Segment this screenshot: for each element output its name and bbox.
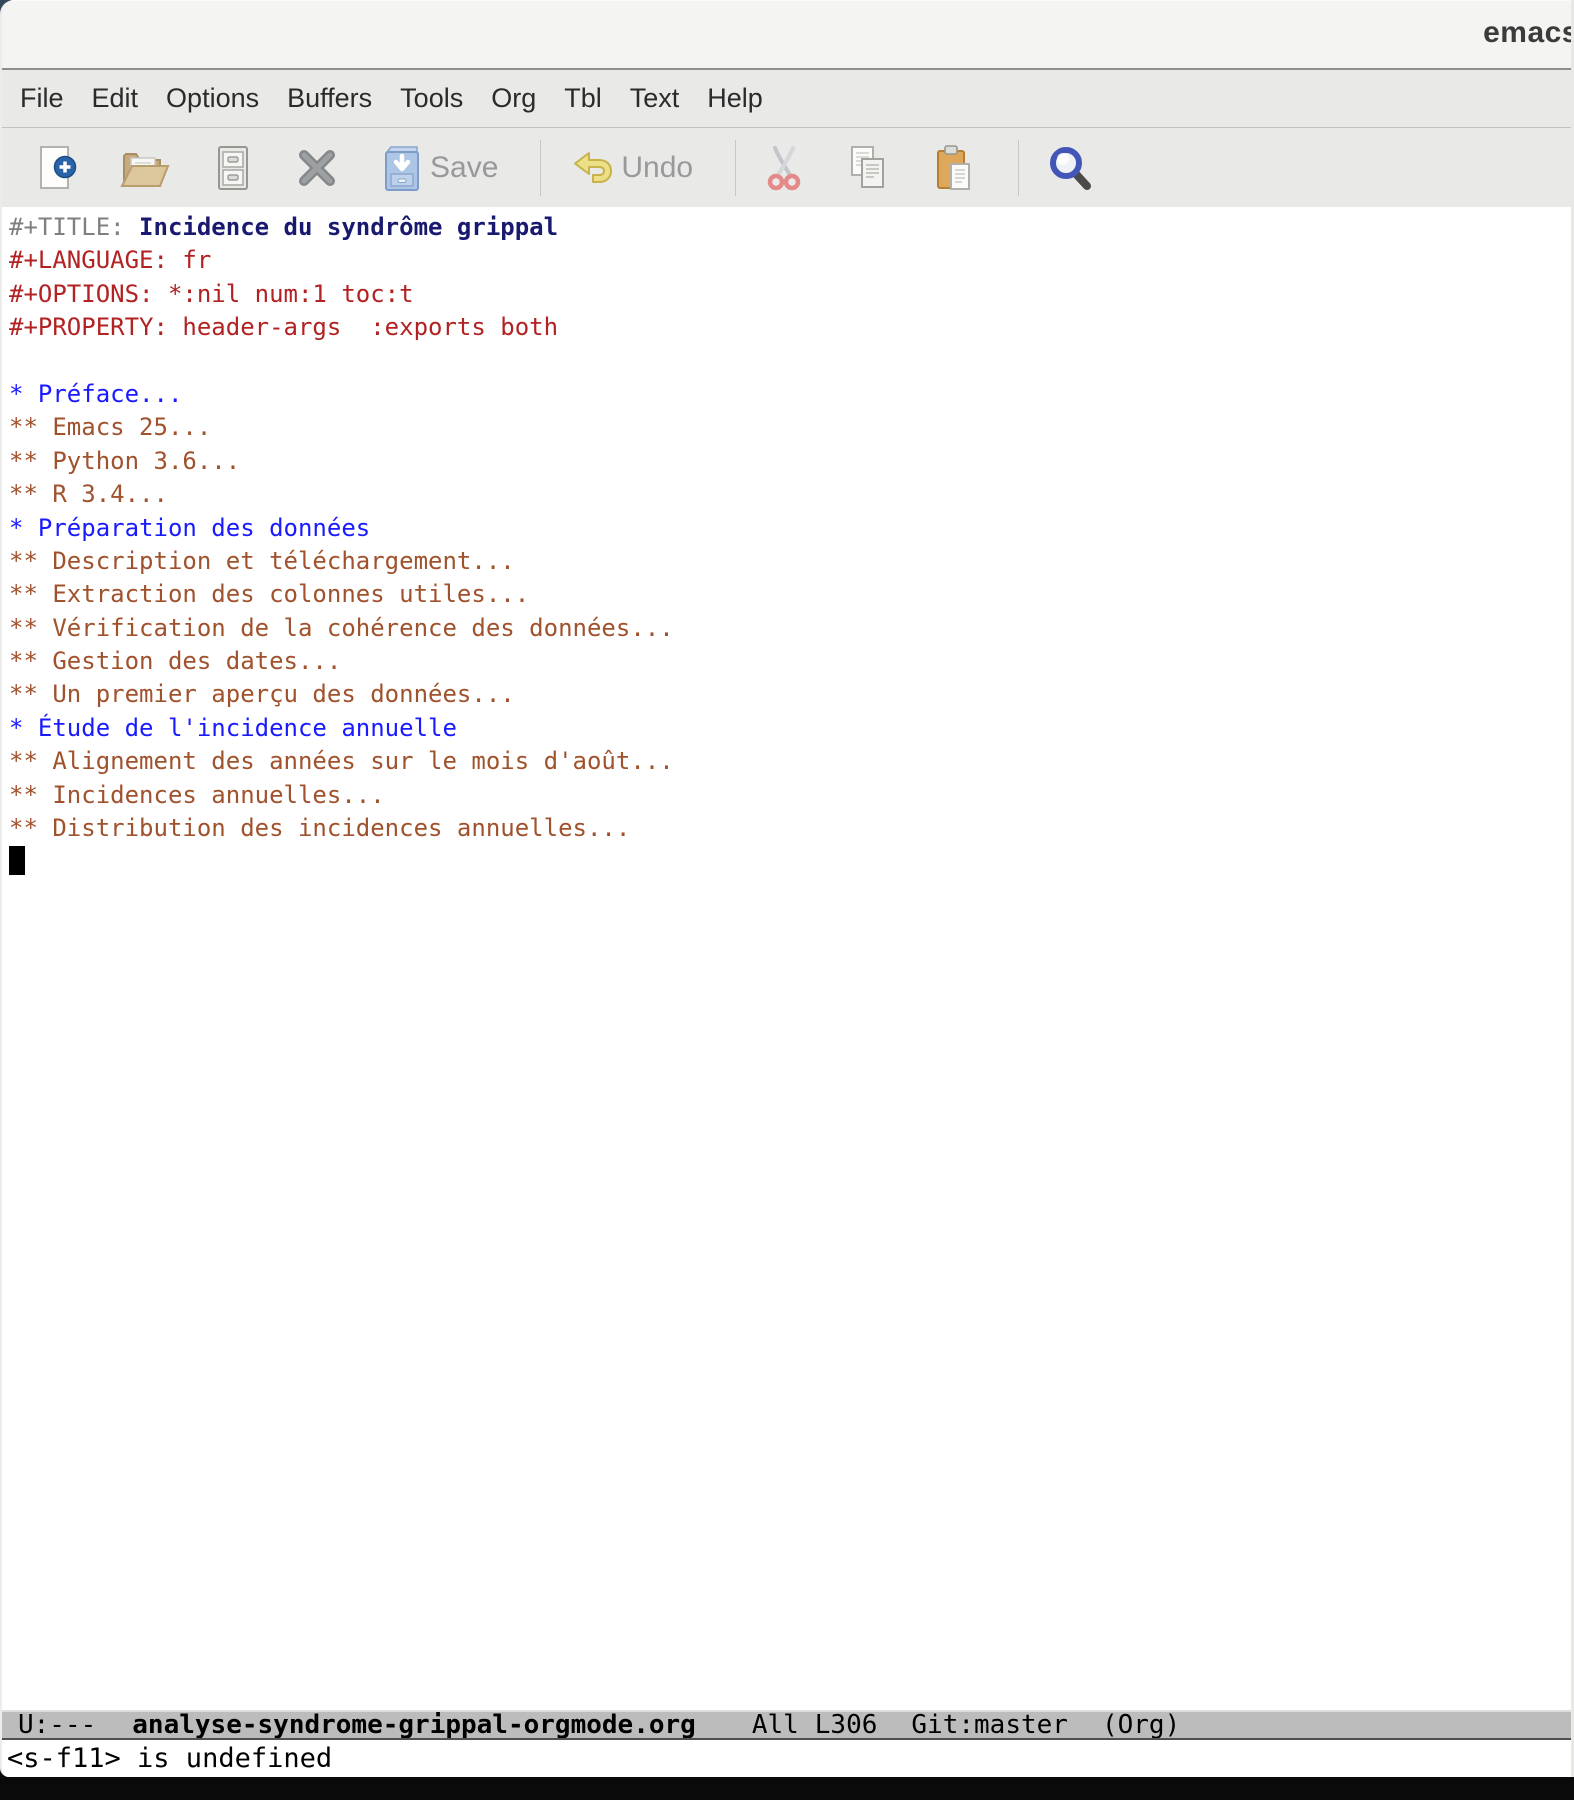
menu-bar: File Edit Options Buffers Tools Org Tbl … (2, 70, 1571, 127)
close-buffer-button[interactable] (296, 146, 338, 190)
buffer-line[interactable] (9, 345, 1571, 378)
modeline-state: U:--- (18, 1713, 96, 1738)
editor-buffer[interactable]: #+TITLE: Incidence du syndrôme grippal#+… (2, 207, 1571, 1710)
buffer-line[interactable]: #+PROPERTY: header-args :exports both (9, 311, 1571, 344)
buffer-line[interactable]: ** Distribution des incidences annuelles… (9, 812, 1571, 845)
buffer-line[interactable]: * Préparation des données (9, 512, 1571, 545)
buffer-line[interactable]: ** R 3.4... (9, 478, 1571, 511)
echo-message: <s-f11> is undefined (7, 1743, 332, 1774)
menu-help[interactable]: Help (693, 77, 777, 120)
copy-icon (846, 144, 890, 192)
save-button[interactable]: Save (380, 144, 498, 192)
buffer-line[interactable]: #+TITLE: Incidence du syndrôme grippal (9, 211, 1571, 244)
emacs-window: emacs File Edit Options Buffers Tools Or… (0, 0, 1574, 1777)
paste-button[interactable] (932, 144, 976, 192)
echo-area[interactable]: <s-f11> is undefined (2, 1740, 1571, 1777)
buffer-line[interactable]: ** Description et téléchargement... (9, 545, 1571, 578)
buffer-line[interactable]: * Étude de l'incidence annuelle (9, 712, 1571, 745)
menu-tbl[interactable]: Tbl (550, 77, 616, 120)
buffer-line[interactable]: #+OPTIONS: *:nil num:1 toc:t (9, 278, 1571, 311)
menu-options[interactable]: Options (152, 77, 273, 120)
modeline-vc-branch: Git:master (911, 1713, 1068, 1738)
buffer-line[interactable]: ** Incidences annuelles... (9, 779, 1571, 812)
save-button-label: Save (430, 151, 498, 185)
buffer-line[interactable]: ** Python 3.6... (9, 445, 1571, 478)
modeline-buffer-name: analyse-syndrome-grippal-orgmode.org (132, 1713, 696, 1738)
buffer-line[interactable]: ** Emacs 25... (9, 411, 1571, 444)
toolbar-separator (735, 140, 736, 196)
close-icon (296, 146, 338, 190)
modeline-major-mode: (Org) (1102, 1713, 1180, 1738)
search-button[interactable] (1047, 144, 1093, 192)
buffer-line[interactable]: #+LANGUAGE: fr (9, 244, 1571, 277)
menu-file[interactable]: File (6, 77, 78, 120)
toolbar-separator (1018, 140, 1019, 196)
buffer-line[interactable] (9, 845, 1571, 878)
mode-line[interactable]: U:--- analyse-syndrome-grippal-orgmode.o… (2, 1710, 1571, 1740)
buffer-line[interactable]: ** Un premier aperçu des données... (9, 678, 1571, 711)
menu-text[interactable]: Text (616, 77, 694, 120)
buffer-line[interactable]: ** Vérification de la cohérence des donn… (9, 612, 1571, 645)
save-icon (380, 144, 424, 192)
dired-button[interactable] (212, 144, 254, 192)
modeline-position: All (752, 1713, 799, 1738)
modeline-line-number: L306 (815, 1713, 878, 1738)
window-title: emacs (1483, 16, 1574, 50)
toolbar: Save Undo (2, 128, 1571, 207)
undo-button-label: Undo (621, 151, 693, 185)
window-titlebar[interactable]: emacs (2, 0, 1571, 68)
cut-button[interactable] (764, 144, 804, 192)
menu-buffers[interactable]: Buffers (273, 77, 386, 120)
new-file-icon (36, 144, 78, 192)
menu-edit[interactable]: Edit (78, 77, 153, 120)
paste-icon (932, 144, 976, 192)
open-file-button[interactable] (120, 144, 170, 192)
buffer-line[interactable]: * Préface... (9, 378, 1571, 411)
new-file-button[interactable] (36, 144, 78, 192)
undo-icon (569, 146, 615, 190)
buffer-line[interactable]: ** Alignement des années sur le mois d'a… (9, 745, 1571, 778)
undo-button[interactable]: Undo (569, 146, 693, 190)
buffer-line[interactable]: ** Extraction des colonnes utiles... (9, 578, 1571, 611)
buffer-line[interactable]: ** Gestion des dates... (9, 645, 1571, 678)
copy-button[interactable] (846, 144, 890, 192)
text-cursor (9, 846, 25, 875)
menu-tools[interactable]: Tools (386, 77, 477, 120)
cut-icon (764, 144, 804, 192)
file-cabinet-icon (212, 144, 254, 192)
open-folder-icon (120, 144, 170, 192)
toolbar-separator (540, 140, 541, 196)
search-icon (1047, 144, 1093, 192)
menu-org[interactable]: Org (477, 77, 550, 120)
